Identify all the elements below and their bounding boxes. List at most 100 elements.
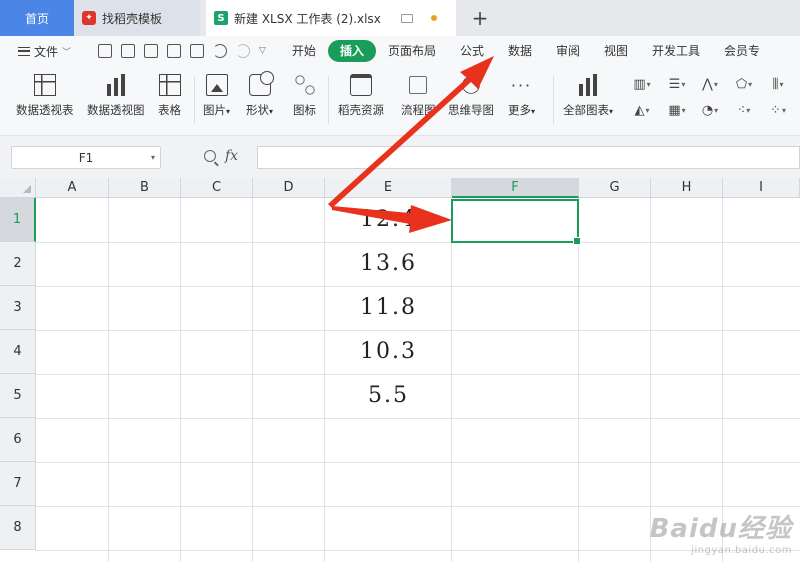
cell-e4[interactable]: 10.3 — [325, 330, 452, 374]
column-header-d[interactable]: D — [253, 178, 325, 198]
select-all-corner[interactable] — [0, 178, 36, 198]
pivot-chart-button[interactable]: 数据透视图 — [87, 74, 145, 118]
column-header-a[interactable]: A — [36, 178, 109, 198]
cell-e2[interactable]: 13.6 — [325, 242, 452, 286]
file-menu-label: 文件 — [34, 44, 59, 59]
column-header-b[interactable]: B — [109, 178, 181, 198]
shape-button[interactable]: 形状▾ — [246, 71, 274, 118]
menu-view[interactable]: 视图 — [592, 40, 640, 62]
combo-chart-icon: ▦ — [668, 102, 681, 118]
table-icon — [158, 74, 181, 96]
all-charts-label: 全部图表▾ — [563, 103, 614, 117]
baidu-watermark: Baidu经验 jingyan.baidu.com — [650, 508, 792, 556]
column-header-f[interactable]: F — [452, 178, 579, 198]
menu-review[interactable]: 审阅 — [544, 40, 592, 62]
row-header-1[interactable]: 1 — [0, 198, 36, 242]
column-chart-button[interactable]: ▥ ▾ — [632, 76, 652, 92]
insert-function-button[interactable]: fx — [225, 148, 238, 164]
menu-data[interactable]: 数据 — [496, 40, 544, 62]
all-charts-button[interactable]: 全部图表▾ — [563, 74, 613, 118]
column-header-g[interactable]: G — [579, 178, 651, 198]
menu-bar: 文件 ﹀ ▽ 开始 插入 页面布局 公式 数据 审阅 视图 开发工具 会员专 — [0, 36, 800, 66]
combo-chart-button[interactable]: ▦ ▾ — [667, 102, 687, 118]
menu-page-layout[interactable]: 页面布局 — [376, 40, 448, 62]
print-preview-icon[interactable] — [167, 44, 181, 58]
pie-chart-button[interactable]: ◔ ▾ — [700, 102, 720, 118]
file-menu-button[interactable]: 文件 ﹀ — [18, 43, 88, 60]
pie-chart-icon: ◔ — [701, 102, 714, 118]
tab-home[interactable]: 首页 — [0, 0, 74, 36]
formula-tools: fx — [204, 148, 238, 164]
row-header-8[interactable]: 8 — [0, 506, 36, 550]
row-header-7[interactable]: 7 — [0, 462, 36, 506]
radar-chart-button[interactable]: ⬠ ▾ — [734, 76, 754, 92]
customize-toolbar-icon[interactable]: ▽ — [259, 46, 266, 56]
cell-e1[interactable]: 12.4 — [325, 198, 452, 242]
table-label: 表格 — [158, 103, 181, 117]
cell-e5[interactable]: 5.5 — [325, 374, 452, 418]
menu-home[interactable]: 开始 — [280, 40, 328, 62]
scatter-chart-button[interactable]: ⁖ ▾ — [734, 102, 754, 118]
column-header-h[interactable]: H — [651, 178, 723, 198]
icons-button[interactable]: 图标 — [293, 74, 316, 118]
grid-line — [252, 198, 253, 562]
bubble-chart-button[interactable]: ⁘ ▾ — [768, 102, 788, 118]
grid-line — [36, 418, 800, 419]
bar-chart-button[interactable]: ☰ ▾ — [667, 76, 687, 92]
name-box[interactable]: F1 ▾ — [11, 146, 161, 169]
icons-label: 图标 — [293, 103, 316, 117]
flowchart-button[interactable]: 流程图 — [401, 74, 436, 118]
menu-formulas[interactable]: 公式 — [448, 40, 496, 62]
column-header-i[interactable]: I — [723, 178, 800, 198]
flowchart-label: 流程图 — [401, 103, 436, 117]
stock-chart-button[interactable]: ⫼ ▾ — [768, 76, 788, 92]
tab-docer-template[interactable]: ✦ 找稻壳模板 — [74, 0, 200, 36]
cell-e3[interactable]: 11.8 — [325, 286, 452, 330]
bar-chart-icon — [577, 74, 599, 96]
menu-membership[interactable]: 会员专 — [712, 40, 772, 62]
column-chart-icon: ▥ — [633, 76, 646, 92]
spreadsheet-grid[interactable]: A B C D E F G H I 1 2 3 4 5 6 7 8 12.4 1… — [0, 178, 800, 562]
line-chart-button[interactable]: ⋀ ▾ — [700, 76, 720, 92]
undo-icon[interactable] — [213, 44, 227, 58]
mind-map-icon — [462, 76, 480, 94]
print-icon[interactable] — [144, 44, 158, 58]
shape-icon — [248, 71, 274, 96]
more-button[interactable]: ··· 更多▾ — [508, 74, 535, 118]
tab-workbook[interactable]: S 新建 XLSX 工作表 (2).xlsx — [206, 0, 456, 36]
more-dots-icon: ··· — [510, 75, 533, 95]
row-header-5[interactable]: 5 — [0, 374, 36, 418]
icons-icon — [293, 74, 316, 96]
flowchart-icon — [409, 76, 428, 94]
new-tab-button[interactable]: + — [462, 0, 498, 36]
name-box-value: F1 — [78, 150, 94, 165]
redo-icon[interactable] — [236, 44, 250, 58]
column-header-e[interactable]: E — [325, 178, 452, 198]
area-chart-button[interactable]: ◭ ▾ — [632, 102, 652, 118]
picture-button[interactable]: 图片▾ — [203, 74, 230, 118]
active-cell-f1[interactable] — [451, 199, 581, 245]
menu-developer[interactable]: 开发工具 — [640, 40, 712, 62]
table-button[interactable]: 表格 — [158, 74, 181, 118]
zoom-icon[interactable] — [204, 150, 216, 162]
export-pdf-icon[interactable] — [121, 44, 135, 58]
save-icon[interactable] — [98, 44, 112, 58]
row-header-3[interactable]: 3 — [0, 286, 36, 330]
find-icon[interactable] — [190, 44, 204, 58]
shape-label: 形状▾ — [246, 103, 274, 117]
menu-insert[interactable]: 插入 — [327, 40, 376, 62]
hamburger-icon — [18, 46, 30, 56]
line-chart-icon: ⋀ — [702, 76, 713, 92]
pivot-table-button[interactable]: 数据透视表 — [16, 74, 74, 118]
tab-file-label: 新建 XLSX 工作表 (2).xlsx — [234, 11, 381, 26]
docer-resources-button[interactable]: 稻壳资源 — [338, 74, 384, 118]
formula-input[interactable] — [257, 146, 800, 169]
row-header-2[interactable]: 2 — [0, 242, 36, 286]
stock-chart-icon: ⫼ — [772, 76, 779, 92]
ribbon-divider — [553, 76, 554, 124]
mind-map-button[interactable]: 思维导图 — [448, 74, 494, 118]
column-header-c[interactable]: C — [181, 178, 253, 198]
monitor-icon[interactable] — [400, 13, 413, 23]
row-header-6[interactable]: 6 — [0, 418, 36, 462]
row-header-4[interactable]: 4 — [0, 330, 36, 374]
